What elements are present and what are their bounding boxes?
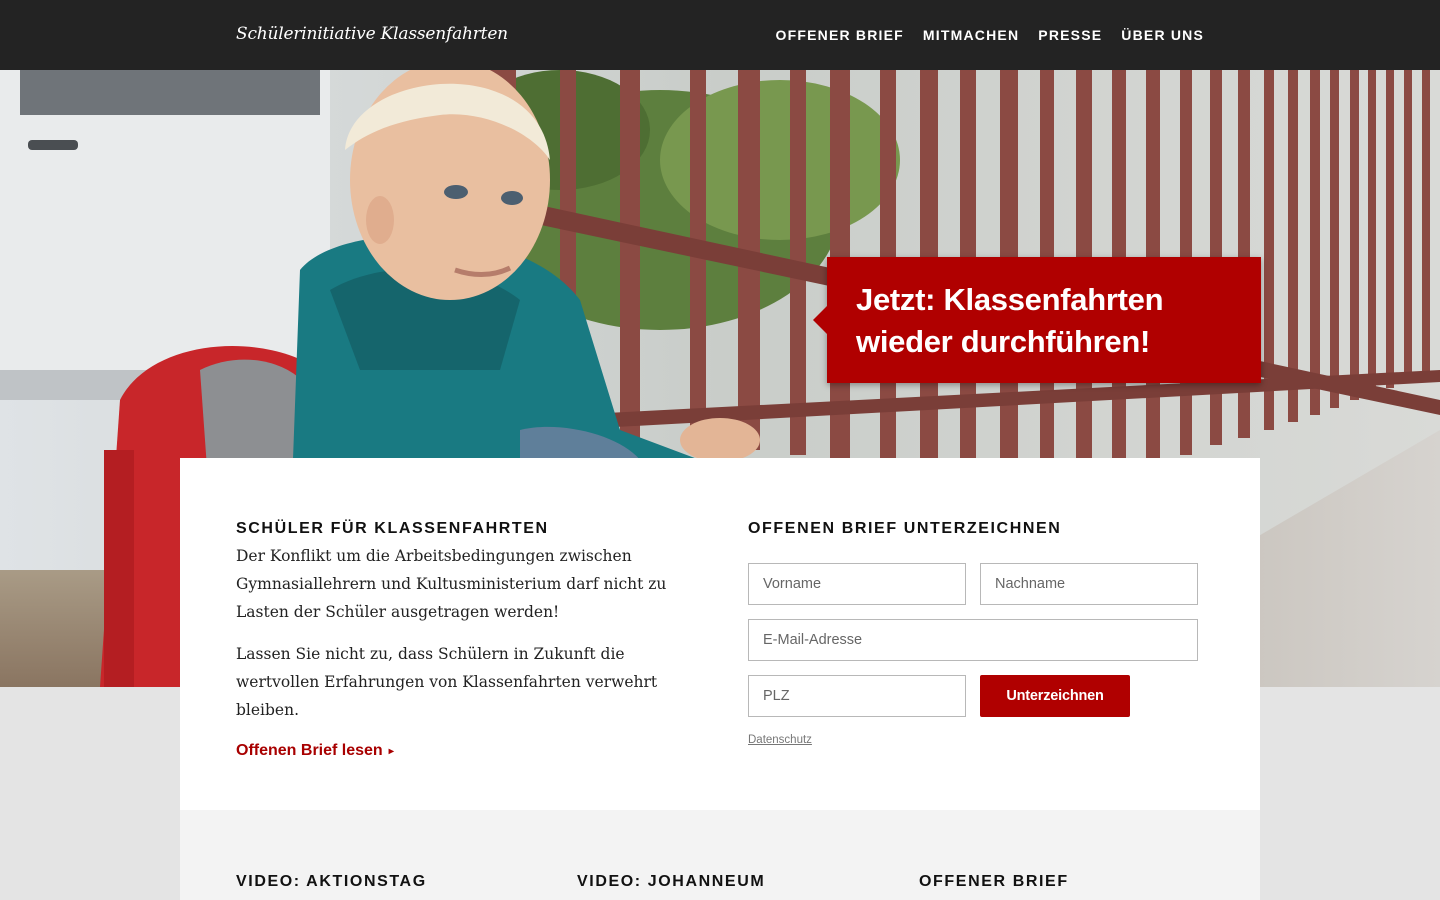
sign-button[interactable]: Unterzeichnen bbox=[980, 675, 1130, 717]
intro-column: SCHÜLER FÜR KLASSENFAHRTEN Der Konflikt … bbox=[236, 520, 706, 760]
intro-heading: SCHÜLER FÜR KLASSENFAHRTEN bbox=[236, 520, 549, 537]
hero-callout-line-2: wieder durchführen! bbox=[856, 324, 1150, 359]
nav-presse[interactable]: PRESSE bbox=[1038, 27, 1102, 43]
main-nav: OFFENER BRIEF MITMACHEN PRESSE ÜBER UNS bbox=[776, 27, 1204, 43]
intro-paragraph-2: Lassen Sie nicht zu, dass Schülern in Zu… bbox=[236, 645, 658, 719]
read-letter-link-label: Offenen Brief lesen bbox=[236, 742, 383, 759]
teaser-offener-brief[interactable]: OFFENER BRIEF bbox=[919, 873, 1069, 891]
top-navigation-bar: Schülerinitiative Klassenfahrten OFFENER… bbox=[0, 0, 1440, 70]
hero-callout-text: Jetzt: Klassenfahrten wieder durchführen… bbox=[856, 279, 1164, 363]
nav-ueber-uns[interactable]: ÜBER UNS bbox=[1121, 27, 1204, 43]
main-card: SCHÜLER FÜR KLASSENFAHRTEN Der Konflikt … bbox=[180, 458, 1260, 810]
chevron-right-icon: ▸ bbox=[388, 746, 394, 757]
first-name-input[interactable] bbox=[748, 563, 966, 605]
intro-paragraph-1: Der Konflikt um die Arbeitsbedingungen z… bbox=[236, 547, 667, 621]
form-heading: OFFENEN BRIEF UNTERZEICHNEN bbox=[748, 520, 1062, 537]
nav-mitmachen[interactable]: MITMACHEN bbox=[923, 27, 1019, 43]
last-name-input[interactable] bbox=[980, 563, 1198, 605]
teaser-video-johanneum[interactable]: VIDEO: JOHANNEUM bbox=[577, 873, 765, 891]
teaser-video-aktionstag[interactable]: VIDEO: AKTIONSTAG bbox=[236, 873, 427, 891]
sign-form-column: OFFENEN BRIEF UNTERZEICHNEN Unterzeichne… bbox=[748, 520, 1198, 746]
read-letter-link[interactable]: Offenen Brief lesen ▸ bbox=[236, 742, 394, 760]
nav-offener-brief[interactable]: OFFENER BRIEF bbox=[776, 27, 904, 43]
privacy-link[interactable]: Datenschutz bbox=[748, 734, 812, 746]
teaser-strip: VIDEO: AKTIONSTAG VIDEO: JOHANNEUM OFFEN… bbox=[180, 810, 1260, 900]
hero-callout-line-1: Jetzt: Klassenfahrten bbox=[856, 282, 1164, 317]
site-brand[interactable]: Schülerinitiative Klassenfahrten bbox=[236, 24, 508, 44]
zip-input[interactable] bbox=[748, 675, 966, 717]
email-input[interactable] bbox=[748, 619, 1198, 661]
hero-callout: Jetzt: Klassenfahrten wieder durchführen… bbox=[813, 257, 1261, 383]
